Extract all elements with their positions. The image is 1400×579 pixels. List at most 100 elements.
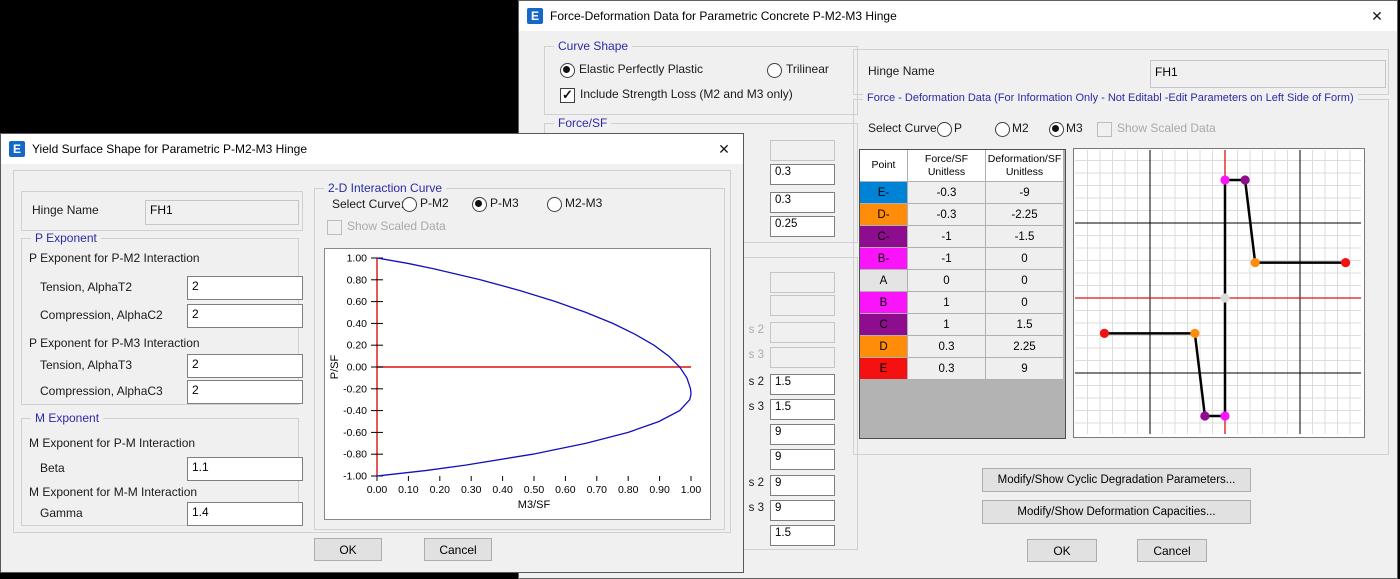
point-cell: D (860, 336, 908, 358)
interaction-curve-radio-p-m2[interactable] (402, 197, 417, 212)
select-curve-label: Select Curve: (332, 197, 404, 211)
fd-curve-radio-m3[interactable] (1049, 122, 1064, 137)
bd-deform-value-field[interactable]: 9 (770, 424, 835, 445)
deformation-cell: -9 (986, 182, 1064, 204)
curve-shape-radio-label-trilinear: Trilinear (786, 62, 829, 76)
interaction-curve-radio-p-m3[interactable] (472, 197, 487, 212)
table-row: D0.32.25 (860, 336, 1065, 358)
table-row: B10 (860, 292, 1065, 314)
force-cell: -0.3 (908, 182, 986, 204)
beta-label: Beta (40, 461, 65, 475)
p-exponent-group: P Exponent P Exponent for P-M2 Interacti… (21, 238, 299, 405)
app-icon: E (9, 141, 25, 157)
deformation-cell: 0 (986, 248, 1064, 270)
point-cell: C- (860, 226, 908, 248)
table-row: D--0.3-2.25 (860, 204, 1065, 226)
point-cell: B (860, 292, 908, 314)
svg-text:0.00: 0.00 (347, 362, 368, 374)
svg-text:1.00: 1.00 (681, 484, 702, 496)
svg-text:0.00: 0.00 (367, 484, 388, 496)
table-row: E--0.3-9 (860, 182, 1065, 204)
bd-deform-value-field[interactable]: 1.5 (770, 399, 835, 420)
svg-text:0.60: 0.60 (347, 296, 368, 308)
alphaC2-field[interactable]: 2 (187, 304, 303, 328)
svg-text:-0.60: -0.60 (343, 427, 367, 439)
modify-deformation-capacities-button[interactable]: Modify/Show Deformation Capacities... (982, 500, 1251, 524)
table-header-cell: Deformation/SF Unitless (986, 150, 1064, 182)
modify-cyclic-degradation-button[interactable]: Modify/Show Cyclic Degradation Parameter… (982, 468, 1251, 492)
bd-deform-value-field[interactable]: 9 (770, 500, 835, 521)
fd-curve-radio-m2[interactable] (995, 122, 1010, 137)
fd-curve-radio-p[interactable] (937, 122, 952, 137)
table-row: E0.39 (860, 358, 1065, 380)
svg-text:0.20: 0.20 (430, 484, 451, 496)
force-deformation-chart-svg (1074, 149, 1362, 435)
force-deformation-data-group-label: Force - Deformation Data (For Informatio… (863, 92, 1358, 104)
alphaT3-field[interactable]: 2 (187, 354, 303, 378)
ok-button[interactable]: OK (1027, 539, 1097, 562)
deformation-cell: 2.25 (986, 336, 1064, 358)
curve-shape-radio-label-elastic perfectly plastic: Elastic Perfectly Plastic (579, 62, 703, 76)
cancel-button[interactable]: Cancel (1137, 539, 1207, 562)
point-cell: A (860, 270, 908, 292)
interaction-curve-radio-m2-m3[interactable] (547, 197, 562, 212)
table-row: C--1-1.5 (860, 226, 1065, 248)
ok-button[interactable]: OK (314, 538, 382, 561)
alphaC2-label: Compression, AlphaC2 (40, 308, 163, 322)
interaction-curve-group-label: 2-D Interaction Curve (324, 181, 446, 195)
point-cell: D- (860, 204, 908, 226)
bd-deform-value-field[interactable]: 1.5 (770, 525, 835, 546)
force-deformation-chart (1073, 148, 1365, 438)
yield-surface-dialog: E Yield Surface Shape for Parametric P-M… (0, 133, 744, 573)
deformation-cell: 0 (986, 270, 1064, 292)
table-header-row: PointForce/SF UnitlessDeformation/SF Uni… (860, 150, 1065, 182)
alphaT2-field[interactable]: 2 (187, 276, 303, 300)
curve-shape-radio-elastic perfectly plastic[interactable] (560, 63, 575, 78)
bd-forcesf-value-field[interactable]: 0.3 (770, 192, 835, 213)
fd-curve-radio-label-m3: M3 (1066, 121, 1083, 135)
svg-text:0.40: 0.40 (347, 318, 368, 330)
svg-text:0.20: 0.20 (347, 340, 368, 352)
beta-field[interactable]: 1.1 (187, 457, 303, 481)
bd-deform-value-field[interactable]: 9 (770, 449, 835, 470)
svg-text:0.10: 0.10 (398, 484, 419, 496)
close-icon[interactable]: ✕ (714, 139, 734, 159)
close-icon[interactable]: ✕ (1367, 6, 1387, 26)
table-row: A00 (860, 270, 1065, 292)
titlebar[interactable]: E Force-Deformation Data for Parametric … (519, 1, 1397, 31)
curve-shape-group: Curve Shape Include Strength Loss (M2 an… (544, 46, 858, 115)
gamma-field[interactable]: 1.4 (187, 502, 303, 526)
deformation-cell: -2.25 (986, 204, 1064, 226)
svg-text:0.90: 0.90 (649, 484, 670, 496)
force-deformation-table: PointForce/SF UnitlessDeformation/SF Uni… (859, 149, 1066, 439)
include-strength-loss-checkbox[interactable] (560, 88, 575, 103)
force-cell: 0.3 (908, 358, 986, 380)
interaction-curve-radio-label-p-m2: P-M2 (420, 196, 449, 210)
deformation-cell: 1.5 (986, 314, 1064, 336)
window-title: Yield Surface Shape for Parametric P-M2-… (32, 142, 307, 156)
hinge-name-frame: Hinge Name FH1 (853, 49, 1389, 95)
alphaC3-field[interactable]: 2 (187, 380, 303, 404)
cancel-button[interactable]: Cancel (424, 538, 492, 561)
bd-deform-value-field (770, 322, 835, 343)
svg-text:-0.40: -0.40 (343, 405, 367, 417)
svg-text:0.80: 0.80 (347, 274, 368, 286)
bd-deform-value-field[interactable]: 9 (770, 475, 835, 496)
fd-curve-radio-label-m2: M2 (1012, 121, 1029, 135)
include-strength-loss-label: Include Strength Loss (M2 and M3 only) (580, 87, 793, 101)
force-cell: 1 (908, 292, 986, 314)
bd-deform-value-field[interactable]: 1.5 (770, 374, 835, 395)
bd-deform-value-field (770, 272, 835, 293)
force-cell: 0.3 (908, 336, 986, 358)
svg-text:-0.20: -0.20 (343, 383, 367, 395)
curve-shape-radio-trilinear[interactable] (767, 63, 782, 78)
bd-forcesf-value-field[interactable]: 0.25 (770, 216, 835, 237)
svg-text:P/SF: P/SF (329, 354, 341, 379)
m-m-heading: M Exponent for M-M Interaction (29, 485, 197, 499)
bd-forcesf-value-field[interactable]: 0.3 (770, 164, 835, 185)
svg-text:-1.00: -1.00 (343, 471, 367, 483)
hinge-name-field: FH1 (1150, 60, 1386, 88)
hinge-name-frame: Hinge Name FH1 (21, 191, 303, 231)
force-cell: -1 (908, 248, 986, 270)
titlebar[interactable]: E Yield Surface Shape for Parametric P-M… (1, 134, 743, 164)
